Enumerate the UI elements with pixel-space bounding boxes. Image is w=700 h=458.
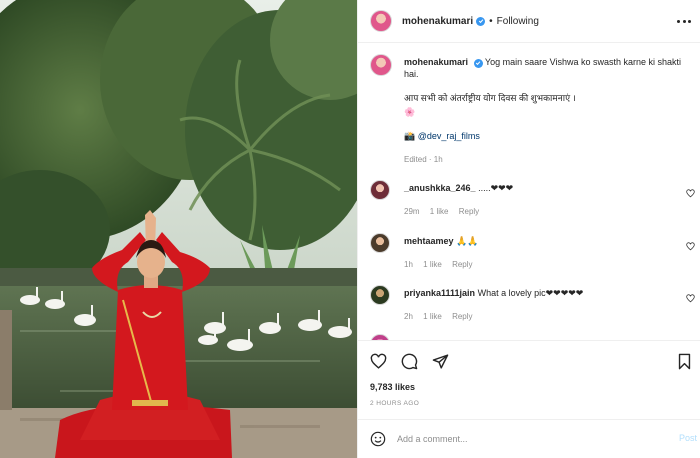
comment-item: mehtaamey 🙏🙏 1h 1 like Reply: [370, 233, 695, 275]
comment-like-heart-icon[interactable]: [686, 294, 695, 303]
avatar[interactable]: [370, 233, 390, 253]
comment-like-heart-icon[interactable]: [686, 189, 695, 198]
post-username[interactable]: mohenakumari: [402, 16, 473, 27]
comment-time[interactable]: 29m: [404, 207, 420, 216]
verified-badge-icon: [476, 16, 486, 26]
more-options-icon[interactable]: [677, 14, 691, 28]
comment-text-row: priyanka1111jain What a lovely pic❤❤❤❤❤: [404, 288, 583, 299]
heart-icon[interactable]: [370, 353, 387, 375]
comment-input[interactable]: [397, 429, 657, 449]
avatar[interactable]: [370, 10, 392, 32]
comment-item: _anushkka_246_ .....❤❤❤ 29m 1 like Reply: [370, 180, 695, 222]
post-photo[interactable]: [0, 0, 357, 458]
caption-line-2: आप सभी को अंतर्राष्ट्रीय योग दिवस की शुभ…: [404, 93, 576, 103]
save-icon[interactable]: [677, 353, 692, 375]
reply-button[interactable]: Reply: [459, 207, 479, 216]
post-side-panel: mohenakumari • Following mohenakumari Yo…: [357, 0, 700, 458]
post-dialog: mohenakumari • Following mohenakumari Yo…: [0, 0, 700, 458]
avatar[interactable]: [370, 180, 390, 200]
comment-time[interactable]: 1h: [404, 260, 413, 269]
post-photo-image: [0, 0, 357, 458]
reply-button[interactable]: Reply: [452, 312, 472, 321]
comment-time[interactable]: 2h: [404, 312, 413, 321]
caption-username[interactable]: mohenakumari: [404, 57, 468, 67]
comment-text: 🙏🙏: [456, 236, 479, 246]
likes-count[interactable]: 9,783 likes: [370, 382, 415, 392]
comment-text-row: mehtaamey 🙏🙏: [404, 236, 478, 247]
more-dot: [682, 19, 686, 23]
post-actions: 9,783 likes 2 HOURS AGO: [358, 340, 700, 418]
reply-button[interactable]: Reply: [452, 260, 472, 269]
comment-likes[interactable]: 1 like: [430, 207, 449, 216]
comment-meta: 29m 1 like Reply: [404, 207, 487, 216]
comment-text: What a lovely pic❤❤❤❤❤: [477, 288, 584, 298]
following-button[interactable]: Following: [497, 16, 539, 27]
comment-text: .....❤❤❤: [478, 183, 514, 193]
comment-icon[interactable]: [401, 353, 418, 375]
post-comment-button[interactable]: Post: [679, 433, 697, 443]
caption-line-3: 🌸: [404, 107, 416, 117]
tagged-user-link[interactable]: @dev_raj_films: [418, 131, 480, 141]
comment-username[interactable]: _anushkka_246_: [404, 183, 476, 193]
comment-likes[interactable]: 1 like: [423, 312, 442, 321]
post-header: mohenakumari • Following: [358, 0, 700, 43]
separator-dot: •: [489, 15, 493, 27]
emoji-icon[interactable]: [370, 431, 386, 447]
avatar[interactable]: [370, 285, 390, 305]
caption-body: mohenakumari Yog main saare Vishwa ko sw…: [404, 56, 689, 142]
comment-like-heart-icon[interactable]: [686, 242, 695, 251]
comment-username[interactable]: priyanka1111jain: [404, 288, 475, 298]
action-icons: [370, 353, 449, 375]
camera-emoji: 📸: [404, 131, 416, 141]
more-dot: [688, 19, 691, 23]
add-comment-bar: Post: [358, 419, 700, 458]
more-dot: [677, 19, 680, 23]
comments-scroll-area[interactable]: mohenakumari Yog main saare Vishwa ko sw…: [358, 44, 700, 340]
caption-edited-time: Edited · 1h: [404, 155, 443, 164]
share-icon[interactable]: [432, 353, 449, 375]
comment-meta: 2h 1 like Reply: [404, 312, 481, 321]
comment-item: priyanka1111jain What a lovely pic❤❤❤❤❤ …: [370, 285, 695, 327]
comment-meta: 1h 1 like Reply: [404, 260, 481, 269]
comment-username[interactable]: mehtaamey: [404, 236, 454, 246]
comment-likes[interactable]: 1 like: [423, 260, 442, 269]
comment-text-row: _anushkka_246_ .....❤❤❤: [404, 183, 513, 194]
verified-badge-icon: [473, 58, 483, 68]
avatar[interactable]: [370, 54, 392, 76]
post-timestamp[interactable]: 2 HOURS AGO: [370, 400, 419, 407]
